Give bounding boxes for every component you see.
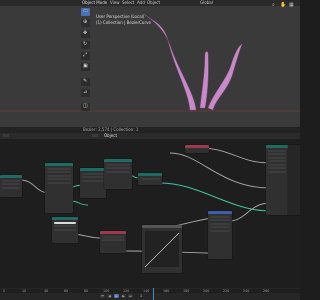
node-attribute[interactable]	[208, 211, 232, 259]
collection-label: (1) Collection | BezierCurve	[96, 19, 151, 25]
camera-icon[interactable]: ⌕	[272, 2, 275, 8]
tentacle-left[interactable]	[143, 13, 197, 111]
tick-label: 200	[203, 288, 210, 293]
perspective-label: User Perspective (Local)	[96, 14, 145, 19]
node-selected[interactable]	[52, 217, 78, 243]
node-group-output[interactable]	[266, 145, 288, 215]
play-icon[interactable]: ▶	[114, 294, 119, 298]
node-geometry-a[interactable]	[45, 163, 73, 213]
tentacle-right[interactable]	[207, 43, 243, 111]
tick-label: 220	[223, 288, 230, 293]
add-cube-icon[interactable]: ◫	[81, 103, 90, 111]
tick-label: 260	[263, 288, 270, 293]
prev-key-icon[interactable]: ◀	[107, 294, 112, 298]
grid-icon[interactable]: ▦	[289, 2, 294, 8]
menu-select[interactable]: Select	[122, 1, 134, 5]
tick-label: 140	[143, 288, 150, 293]
select-box-icon[interactable]: ▭	[81, 8, 90, 16]
hand-icon[interactable]: ✋	[280, 2, 286, 8]
menu-view[interactable]: View	[110, 1, 120, 5]
tick-label: 40	[44, 288, 49, 293]
playback-controls: ⏮ ◀ ▶ ▶ ⏭ 1	[100, 294, 190, 299]
node-geometry-b[interactable]	[80, 168, 106, 198]
navigation-gizmo: ⌕ ✋ ▦	[272, 1, 298, 13]
menu-object[interactable]: Object	[147, 1, 160, 5]
viewport-header: Object Mode View Select Add Object Globa…	[0, 0, 300, 6]
jump-start-icon[interactable]: ⏮	[100, 294, 105, 298]
menu-add[interactable]: Add	[137, 1, 145, 5]
tick-label: 0	[3, 288, 6, 293]
node-value[interactable]	[185, 145, 209, 153]
tick-label: 100	[103, 288, 110, 293]
tick-label: 160	[163, 288, 170, 293]
tick-label: 180	[183, 288, 190, 293]
mode-dropdown[interactable]: Object Mode	[82, 1, 107, 5]
3d-viewport[interactable]: Object Mode View Select Add Object Globa…	[0, 0, 300, 133]
jump-end-icon[interactable]: ⏭	[128, 294, 133, 298]
node-math[interactable]	[100, 231, 126, 253]
move-icon[interactable]: ✥	[81, 30, 90, 38]
tick-label: 80	[84, 288, 89, 293]
transform-icon[interactable]: ▣	[81, 63, 90, 71]
object-stats: Bezier: 2,574 | Collection: 1	[83, 127, 139, 132]
tick-label: 240	[243, 288, 250, 293]
node-editor[interactable]: Object	[0, 133, 300, 288]
measure-icon[interactable]: ⊿	[81, 89, 90, 97]
tick-label: 120	[123, 288, 130, 293]
scale-icon[interactable]: ⤢	[81, 52, 90, 60]
tick-label: 10	[22, 288, 27, 293]
node-set-position[interactable]	[104, 159, 132, 189]
orientation-dropdown[interactable]: Global	[200, 1, 213, 5]
current-frame[interactable]: 1	[140, 294, 142, 298]
tentacle-middle[interactable]	[199, 51, 209, 109]
next-key-icon[interactable]: ▶	[121, 294, 126, 298]
tool-shelf: ▭ ⊕ ✥ ↻ ⤢ ▣ ✎ ⊿ ◫	[81, 8, 90, 112]
annotate-icon[interactable]: ✎	[81, 78, 90, 86]
node-sidebar	[288, 145, 300, 215]
tick-label: 60	[64, 288, 69, 293]
node-curve[interactable]	[142, 225, 182, 273]
float-curve-graph[interactable]	[142, 228, 182, 272]
node-join[interactable]	[138, 173, 162, 185]
rotate-icon[interactable]: ↻	[81, 41, 90, 49]
node-input[interactable]	[0, 175, 22, 197]
cursor-icon[interactable]: ⊕	[81, 19, 90, 27]
viewport-info: User Perspective (Local) (1) Collection …	[96, 15, 151, 26]
